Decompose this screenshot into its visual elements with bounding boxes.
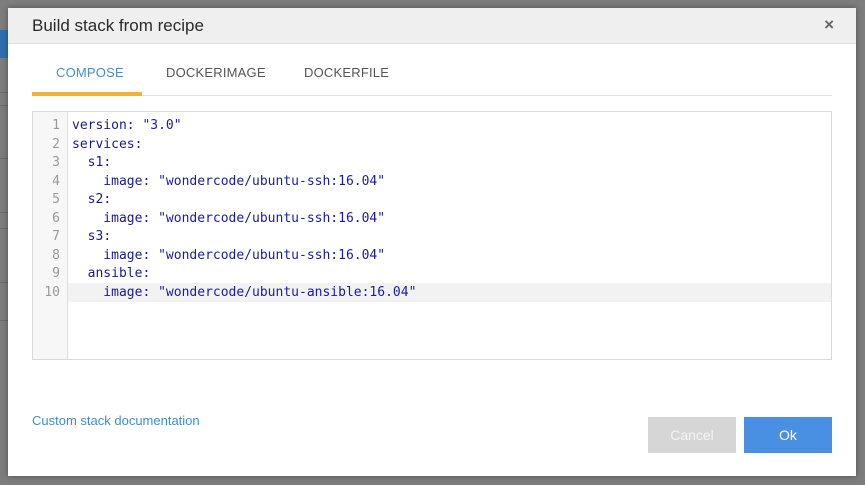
code-key: image (72, 247, 143, 263)
code-separator: : (103, 229, 112, 244)
tab-compose[interactable]: COMPOSE (56, 65, 124, 95)
code-key: version (72, 118, 127, 133)
ok-button[interactable]: Ok (744, 417, 832, 453)
line-number: 5 (52, 192, 60, 207)
line-number-gutter: 1 2 3 4 5 6 7 8 9 10 (33, 112, 68, 359)
code-key: services (72, 136, 135, 152)
recipe-code-editor[interactable]: 1 2 3 4 5 6 7 8 9 10 version: "3.0" serv… (32, 111, 832, 360)
line-number: 9 (52, 266, 60, 281)
line-number: 7 (52, 229, 60, 244)
code-value: "wondercode/ubuntu-ssh:16.04" (158, 247, 386, 263)
code-key: s1 (72, 155, 104, 170)
code-value: "3.0" (142, 118, 182, 133)
code-key: image (72, 284, 143, 300)
tab-dockerfile[interactable]: DOCKERFILE (304, 65, 389, 95)
line-number: 3 (52, 155, 60, 170)
code-key: s3 (72, 229, 104, 244)
line-number: 10 (44, 284, 60, 300)
code-line: image: "wondercode/ubuntu-ssh:16.04" (72, 247, 385, 266)
code-value: "wondercode/ubuntu-ssh:16.04" (158, 210, 386, 226)
code-line: services: (72, 136, 142, 155)
line-number: 6 (52, 210, 60, 226)
code-separator: : (126, 118, 143, 133)
code-line: image: "wondercode/ubuntu-ansible:16.04" (72, 284, 416, 303)
code-separator: : (142, 210, 159, 226)
code-line: ansible: (72, 265, 151, 284)
line-number: 4 (52, 173, 60, 189)
code-key: s2 (72, 192, 104, 207)
code-key: ansible (72, 266, 143, 281)
code-separator: : (103, 155, 112, 170)
line-number: 8 (52, 247, 60, 263)
dialog-header: Build stack from recipe × (8, 8, 856, 44)
code-line: version: "3.0" (72, 117, 182, 136)
code-value: "wondercode/ubuntu-ssh:16.04" (158, 173, 386, 189)
code-line: s2: (72, 191, 112, 210)
dialog-title: Build stack from recipe (32, 16, 204, 35)
close-icon[interactable]: × (824, 16, 834, 34)
cancel-button[interactable]: Cancel (648, 417, 736, 453)
code-value: "wondercode/ubuntu-ansible:16.04" (158, 284, 417, 300)
code-line: s1: (72, 154, 112, 173)
code-separator: : (142, 284, 159, 300)
code-line: s3: (72, 228, 112, 247)
line-number: 2 (52, 136, 60, 152)
active-tab-indicator (32, 92, 142, 96)
build-stack-dialog: Build stack from recipe × COMPOSE DOCKER… (8, 8, 856, 476)
custom-stack-documentation-link[interactable]: Custom stack documentation (32, 413, 200, 428)
code-separator: : (142, 266, 151, 281)
code-separator: : (134, 136, 143, 152)
code-separator: : (103, 192, 112, 207)
code-line: image: "wondercode/ubuntu-ssh:16.04" (72, 210, 385, 229)
code-key: image (72, 173, 143, 189)
code-key: image (72, 210, 143, 226)
line-number: 1 (52, 118, 60, 133)
recipe-tabs: COMPOSE DOCKERIMAGE DOCKERFILE (32, 61, 832, 96)
code-separator: : (142, 247, 159, 263)
code-separator: : (142, 173, 159, 189)
code-line: image: "wondercode/ubuntu-ssh:16.04" (72, 173, 385, 192)
tab-dockerimage[interactable]: DOCKERIMAGE (166, 65, 266, 95)
